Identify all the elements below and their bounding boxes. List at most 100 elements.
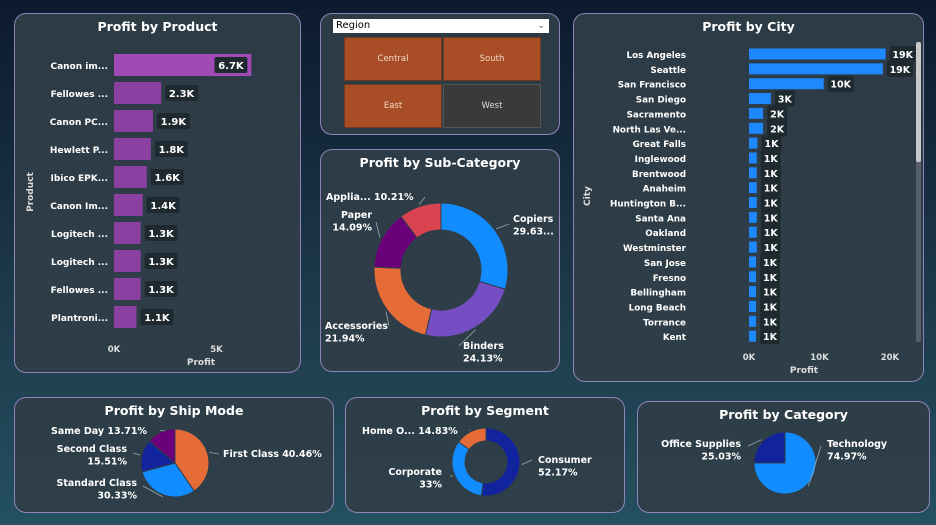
bar — [749, 152, 757, 164]
data-label: 1.3K — [148, 257, 175, 268]
region-tile-south[interactable]: South — [443, 37, 541, 81]
bar — [114, 306, 137, 328]
bar — [749, 197, 757, 208]
slice-label-name: Office Supplies — [661, 439, 741, 450]
subcategory-donut-chart: Copiers 29.63... Binders 24.13% Accessories 2… — [325, 192, 554, 365]
slice-label-name: Copiers — [513, 214, 554, 225]
category-label: Great Falls — [633, 140, 686, 150]
category-label: Canon Im... — [50, 202, 108, 212]
region-tile-west[interactable]: West — [443, 84, 541, 128]
region-tile-label: West — [481, 101, 503, 111]
category-label: Fellowes ... — [51, 90, 108, 100]
data-label: 19K — [890, 65, 911, 76]
category-label: North Las Ve... — [613, 125, 686, 135]
category-label: Torrance — [643, 318, 686, 328]
bar — [114, 82, 162, 104]
data-label: 1K — [764, 228, 779, 239]
category-label: Long Beach — [629, 303, 686, 313]
bar — [749, 122, 764, 134]
category-label: Bellingham — [630, 289, 686, 299]
city-scrollbar-thumb[interactable] — [916, 42, 921, 162]
region-tile-label: South — [479, 54, 505, 64]
slice-label-value: 24.13% — [463, 354, 503, 365]
slice — [424, 280, 506, 338]
category-label: Oakland — [645, 229, 686, 239]
data-label: 1K — [764, 213, 779, 224]
leader-line — [209, 451, 220, 455]
bar — [749, 226, 757, 238]
slice-label-value: 33% — [419, 480, 442, 491]
data-label: 2.3K — [169, 89, 196, 100]
bar — [749, 211, 757, 223]
category-card: Profit by Category Technology 74.97% Offic… — [637, 401, 930, 513]
data-label: 1K — [764, 184, 779, 195]
data-label: 1.1K — [144, 313, 171, 324]
bar — [749, 167, 757, 179]
category-label: Hewlett P... — [50, 146, 108, 156]
shipmode-card: Profit by Ship Mode First Class 40.46% St… — [14, 397, 334, 513]
category-label: Logitech ... — [51, 230, 108, 240]
slice-label-name: Binders — [463, 341, 504, 352]
category-label: Anaheim — [643, 185, 686, 195]
segment-card: Profit by Segment Consumer 52.17% Corporat… — [345, 397, 625, 513]
bar — [749, 241, 757, 253]
bar — [114, 278, 141, 300]
category-label: Canon PC... — [50, 118, 108, 128]
bar — [749, 330, 757, 342]
leader-line — [418, 196, 426, 205]
leader-line — [521, 459, 533, 465]
region-slicer-label: Region — [336, 20, 371, 31]
bar — [114, 222, 141, 244]
bar — [749, 48, 886, 60]
slice-label-value: 30.33% — [97, 491, 137, 502]
category-label: San Jose — [644, 259, 686, 269]
category-label: Huntington B... — [610, 200, 686, 210]
data-label: 1.3K — [148, 229, 175, 240]
bar — [749, 63, 883, 75]
leader-line — [375, 221, 381, 238]
y-axis-title: City — [583, 186, 593, 206]
y-axis-title: Product — [26, 171, 36, 211]
region-slicer-header[interactable]: Region ⌄ — [333, 19, 549, 33]
x-axis-title: Profit — [790, 366, 819, 376]
region-tile-central[interactable]: Central — [344, 37, 442, 81]
data-label: 3K — [778, 95, 793, 106]
slice-label-value: 21.94% — [325, 334, 365, 345]
data-label: 1K — [764, 199, 779, 210]
slice-label-value: 25.03% — [701, 452, 741, 463]
bar — [749, 315, 757, 327]
data-label: 19K — [892, 50, 913, 61]
slice-label-name: Paper — [341, 210, 372, 221]
slice-label-name: Consumer — [538, 455, 592, 466]
slice-label-value: 52.17% — [538, 468, 578, 479]
data-label: 1K — [763, 332, 778, 343]
slice-label: Same Day 13.71% — [51, 426, 147, 437]
product-card: Profit by Product Canon im... 6.7K Fellowe… — [14, 13, 301, 373]
x-tick-label: 5K — [210, 345, 223, 355]
data-label: 1K — [763, 288, 778, 299]
category-label: Los Angeles — [627, 51, 687, 61]
region-tile-label: Central — [377, 54, 409, 64]
data-label: 10K — [830, 80, 851, 91]
slice-label-name: Standard Class — [56, 478, 137, 489]
data-label: 1K — [764, 243, 779, 254]
region-tile-label: East — [383, 101, 403, 111]
region-slicer-card: Region ⌄ Central South East West — [320, 13, 560, 135]
category-label: Sacramento — [627, 110, 686, 120]
slice-label-name: Corporate — [388, 467, 442, 478]
data-label: 1K — [764, 139, 779, 150]
category-label: Kent — [663, 333, 686, 343]
region-tile-east[interactable]: East — [344, 84, 442, 128]
bar — [114, 166, 147, 188]
category-label: Westminster — [623, 244, 687, 254]
data-label: 1.4K — [150, 201, 177, 212]
x-tick-label: 0K — [108, 345, 121, 355]
bar — [114, 194, 143, 216]
data-label: 1.9K — [161, 117, 188, 128]
category-label: San Francisco — [618, 81, 686, 91]
chevron-down-icon[interactable]: ⌄ — [537, 19, 545, 33]
category-label: Seattle — [650, 66, 686, 76]
x-tick-label: 0K — [743, 353, 756, 363]
bar — [749, 271, 757, 283]
category-label: Ibico EPK... — [50, 174, 108, 184]
